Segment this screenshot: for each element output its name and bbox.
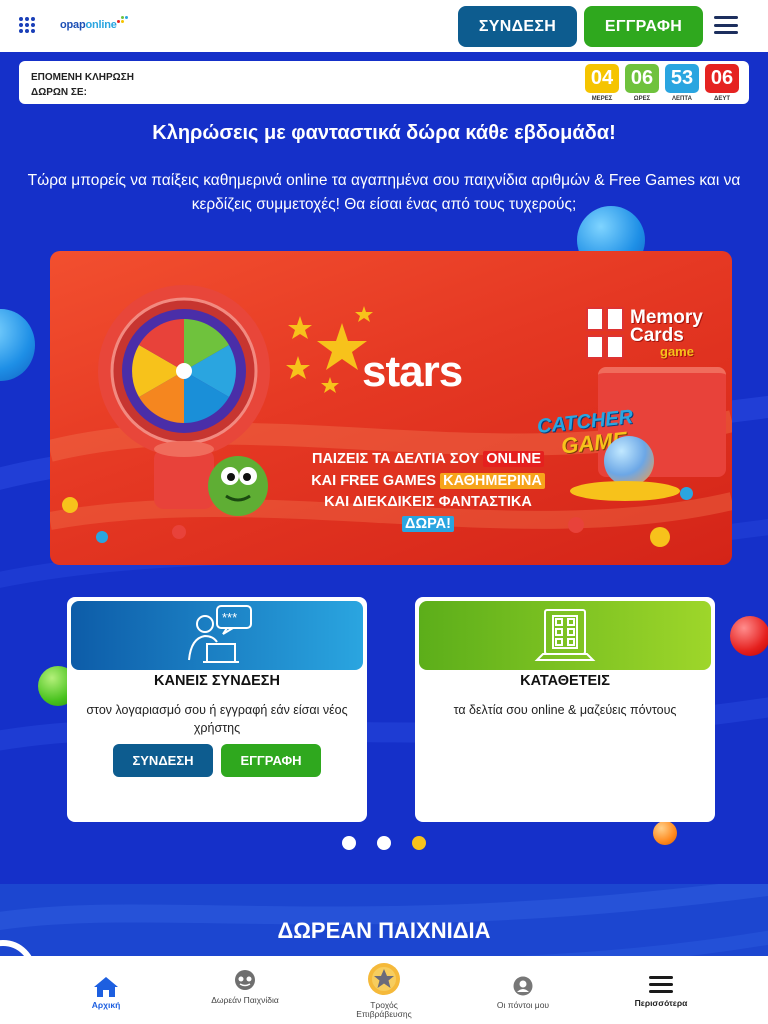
gamepad-icon: [235, 970, 255, 990]
decorative-ball: [96, 531, 108, 543]
deposit-step-card: ΚΑΤΑΘΕΤΕΙΣ τα δελτία σου online & μαζεύε…: [415, 597, 715, 822]
decorative-orange-ball: [653, 821, 677, 845]
memory-cards-title: Memory Cards game: [630, 307, 703, 359]
laptop-ticket-icon: [534, 608, 596, 661]
countdown-minutes: 53 ΛΕΠΤΑ: [665, 64, 699, 102]
catcher-ball-icon: [604, 436, 654, 486]
card-description: στον λογαριασμό σου ή εγγραφή εάν είσαι …: [86, 703, 348, 735]
countdown-hours: 06 ΩΡΕΣ: [625, 64, 659, 102]
top-header: opaponline ΣΥΝΔΕΣΗ ΕΓΓΡΑΦΗ: [0, 0, 768, 52]
card-title: ΚΑΤΑΘΕΤΕΙΣ: [520, 673, 610, 689]
card-login-button[interactable]: ΣΥΝΔΕΣΗ: [113, 744, 213, 777]
promo-banner[interactable]: stars Memory Cards game CATCHER GAME ΠΑΙ…: [50, 251, 732, 565]
hero-subtitle: Τώρα μπορείς να παίξεις καθημερινά onlin…: [27, 172, 741, 213]
hamburger-menu-icon[interactable]: [714, 16, 738, 34]
nav-more[interactable]: Περισσότερα: [626, 956, 696, 1024]
memory-cards-icon: [586, 307, 631, 365]
decorative-ball: [650, 527, 670, 547]
home-icon: [94, 977, 118, 997]
green-monster-mascot: [208, 456, 268, 516]
header-register-button[interactable]: ΕΓΓΡΑΦΗ: [584, 6, 703, 47]
user-points-icon: [513, 976, 533, 996]
svg-text:***: ***: [222, 610, 237, 625]
opap-online-logo[interactable]: opaponline: [60, 16, 128, 31]
decorative-red-ball: [730, 616, 768, 656]
card-description: τα δελτία σου online & μαζεύεις πόντους: [453, 703, 677, 717]
header-login-button[interactable]: ΣΥΝΔΕΣΗ: [458, 6, 577, 47]
carousel-dot-3[interactable]: [412, 836, 426, 850]
star-wheel-icon: [368, 963, 400, 995]
countdown-seconds: 06 ΔΕΥΤ: [705, 64, 739, 102]
nav-free-games[interactable]: Δωρεάν Παιχνίδια: [210, 956, 280, 1024]
logo-dots-icon: [116, 14, 128, 24]
card-title: ΚΑΝΕΙΣ ΣΥΝΔΕΣΗ: [154, 673, 280, 689]
nav-reward-wheel[interactable]: Τροχός Επιβράβευσης: [349, 956, 419, 1024]
card-header: [419, 601, 711, 670]
card-register-button[interactable]: ΕΓΓΡΑΦΗ: [221, 744, 321, 777]
carousel-dot-1[interactable]: [342, 836, 356, 850]
apps-grid-icon[interactable]: [19, 17, 35, 33]
banner-tagline: ΠΑΙΖΕΙΣ ΤΑ ΔΕΛΤΙΑ ΣΟΥ ONLINE ΚΑΙ FREE GA…: [298, 449, 558, 535]
bottom-navigation: Αρχική Δωρεάν Παιχνίδια Τροχός Επιβράβευ…: [0, 956, 768, 1024]
menu-icon: [649, 976, 673, 993]
decorative-ball: [568, 517, 584, 533]
catcher-pedestal: [570, 481, 680, 501]
hero-title: Κληρώσεις με φανταστικά δώρα κάθε εβδομά…: [152, 122, 616, 144]
decorative-ball: [680, 487, 693, 500]
user-login-icon: ***: [188, 604, 252, 663]
countdown-label: ΕΠΟΜΕΝΗ ΚΛΗΡΩΣΗ ΔΩΡΩΝ ΣΕ:: [31, 72, 134, 98]
card-header: ***: [71, 601, 363, 670]
nav-my-points[interactable]: Οι πόντοι μου: [488, 956, 558, 1024]
draw-countdown: ΕΠΟΜΕΝΗ ΚΛΗΡΩΣΗ ΔΩΡΩΝ ΣΕ: 04 ΜΕΡΕΣ 06 ΩΡ…: [19, 61, 749, 104]
stars-brand-text: stars: [362, 347, 463, 396]
countdown-days: 04 ΜΕΡΕΣ: [585, 64, 619, 102]
nav-home[interactable]: Αρχική: [76, 956, 136, 1024]
decorative-ball: [172, 525, 186, 539]
free-games-title: ΔΩΡΕΑΝ ΠΑΙΧΝΙΔΙΑ: [277, 918, 491, 943]
login-step-card: *** ΚΑΝΕΙΣ ΣΥΝΔΕΣΗ στον λογαριασμό σου ή…: [67, 597, 367, 822]
carousel-dot-2[interactable]: [377, 836, 391, 850]
decorative-ball: [62, 497, 78, 513]
